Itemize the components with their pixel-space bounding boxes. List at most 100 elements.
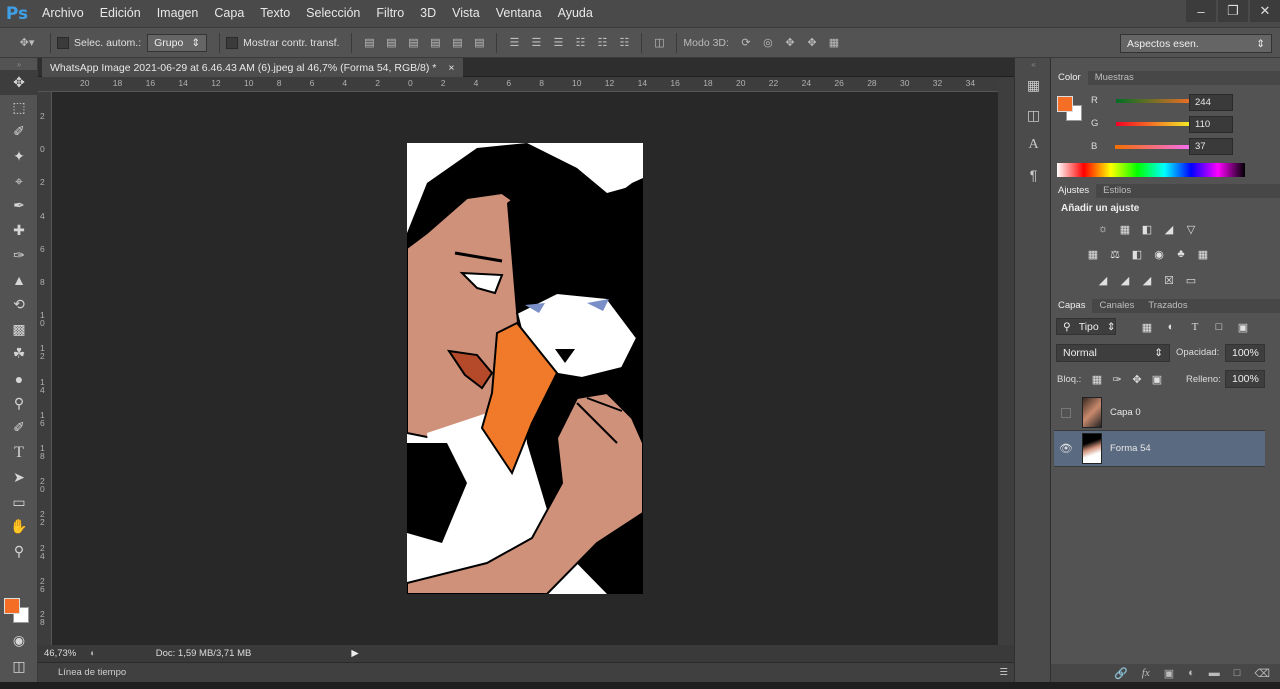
menu-texto[interactable]: Texto [252, 0, 298, 27]
document-tab[interactable]: WhatsApp Image 2021-06-29 at 6.46.43 AM … [42, 58, 463, 77]
screen-mode-icon[interactable]: ◫ [0, 654, 38, 679]
menu-ventana[interactable]: Ventana [488, 0, 550, 27]
filter-type-icon[interactable]: T [1187, 319, 1203, 335]
clone-stamp-tool-icon[interactable]: ▲ [0, 268, 38, 293]
menu-3d[interactable]: 3D [412, 0, 444, 27]
distribute-right-icon[interactable]: ☷ [617, 36, 631, 50]
filter-adjustment-icon[interactable]: ◐ [1163, 319, 1179, 335]
workspace-dropdown[interactable]: Aspectos esen. ⇕ [1120, 34, 1272, 53]
lasso-tool-icon[interactable]: ✐ [0, 119, 38, 144]
distribute-left-icon[interactable]: ☷ [573, 36, 587, 50]
eye-icon[interactable]: 👁 [1056, 439, 1076, 459]
lock-all-icon[interactable]: ▣ [1149, 371, 1165, 387]
history-brush-tool-icon[interactable]: ⟲ [0, 292, 38, 317]
posterize-icon[interactable]: ◢ [1117, 272, 1133, 288]
blend-mode-dropdown[interactable]: Normal ⇕ [1056, 344, 1170, 362]
properties-panel-icon[interactable]: ◫ [1015, 100, 1052, 130]
move-tool-icon[interactable]: ✥ [0, 70, 38, 95]
roll-3d-icon[interactable]: ◎ [761, 36, 775, 50]
new-group-icon[interactable]: ▬ [1209, 667, 1220, 679]
brightness-icon[interactable]: ☼ [1095, 221, 1111, 237]
menu-vista[interactable]: Vista [444, 0, 488, 27]
rotate-3d-icon[interactable]: ⟳ [739, 36, 753, 50]
collapse-icon[interactable]: » [0, 58, 38, 70]
filter-shape-icon[interactable]: □ [1211, 319, 1227, 335]
vibrance-icon[interactable]: ▽ [1183, 221, 1199, 237]
align-right-icon[interactable]: ▤ [472, 36, 486, 50]
distribute-hcenter-icon[interactable]: ☷ [595, 36, 609, 50]
distribute-top-icon[interactable]: ☰ [507, 36, 521, 50]
hue-saturation-icon[interactable]: ▦ [1085, 246, 1101, 262]
trash-icon[interactable]: ⌫ [1254, 667, 1270, 680]
align-bottom-icon[interactable]: ▤ [406, 36, 420, 50]
foreground-color-swatch[interactable] [1057, 96, 1073, 112]
layer-row-capa-0[interactable]: Capa 0 [1054, 395, 1265, 431]
tab-color[interactable]: Color [1051, 71, 1088, 85]
minimize-icon[interactable]: – [1186, 0, 1216, 22]
drag-3d-icon[interactable]: ✥ [783, 36, 797, 50]
menu-archivo[interactable]: Archivo [34, 0, 92, 27]
hand-tool-icon[interactable]: ✋ [0, 514, 38, 539]
auto-align-layers-icon[interactable]: ◫ [652, 36, 666, 50]
type-tool-icon[interactable]: T [0, 440, 38, 465]
new-adjustment-icon[interactable]: ◐ [1188, 667, 1195, 679]
new-layer-icon[interactable]: □ [1234, 667, 1241, 679]
zoom-tool-icon[interactable]: ⚲ [0, 539, 38, 564]
menu-filtro[interactable]: Filtro [368, 0, 412, 27]
distribute-vcenter-icon[interactable]: ☰ [529, 36, 543, 50]
invert-icon[interactable]: ◢ [1095, 272, 1111, 288]
align-vcenter-icon[interactable]: ▤ [384, 36, 398, 50]
tab-muestras[interactable]: Muestras [1088, 71, 1141, 85]
lock-position-icon[interactable]: ✥ [1129, 371, 1145, 387]
paint-bucket-tool-icon[interactable]: ☘ [0, 342, 38, 367]
g-slider[interactable] [1116, 121, 1197, 126]
layer-filter-dropdown[interactable]: ⚲ Tipo ⇕ [1056, 318, 1116, 335]
pen-tool-icon[interactable]: ✐ [0, 416, 38, 441]
foreground-color-swatch[interactable] [4, 598, 20, 614]
close-icon[interactable]: ✕ [1250, 0, 1280, 22]
menu-capa[interactable]: Capa [206, 0, 252, 27]
link-layers-icon[interactable]: 🔗 [1114, 667, 1128, 680]
lock-transparency-icon[interactable]: ▦ [1089, 371, 1105, 387]
threshold-icon[interactable]: ◢ [1139, 272, 1155, 288]
channel-mixer-icon[interactable]: ♣ [1173, 246, 1189, 262]
menu-ayuda[interactable]: Ayuda [550, 0, 601, 27]
color-spectrum-bar[interactable] [1057, 163, 1245, 177]
restore-icon[interactable]: ❐ [1218, 0, 1248, 22]
align-hcenter-icon[interactable]: ▤ [450, 36, 464, 50]
timeline-label[interactable]: Línea de tiempo [58, 667, 126, 678]
crop-tool-icon[interactable]: ⌖ [0, 169, 38, 194]
menu-imagen[interactable]: Imagen [149, 0, 207, 27]
b-value[interactable]: 37 [1189, 138, 1233, 155]
eyedropper-tool-icon[interactable]: ✒ [0, 193, 38, 218]
close-tab-icon[interactable]: × [448, 62, 454, 74]
align-left-icon[interactable]: ▤ [428, 36, 442, 50]
healing-brush-tool-icon[interactable]: ✚ [0, 218, 38, 243]
magic-wand-tool-icon[interactable]: ✦ [0, 144, 38, 169]
layer-row-forma-54[interactable]: 👁 Forma 54 [1054, 431, 1265, 467]
transform-controls-checkbox[interactable] [226, 36, 239, 49]
b-slider[interactable] [1115, 144, 1196, 149]
paragraph-panel-icon[interactable]: ¶ [1015, 160, 1052, 190]
canvas-artwork[interactable] [407, 143, 643, 594]
tab-capas[interactable]: Capas [1051, 299, 1093, 313]
history-panel-icon[interactable]: ▦ [1015, 70, 1052, 100]
menu-seleccion[interactable]: Selección [298, 0, 368, 27]
vertical-scrollbar[interactable] [998, 77, 1014, 645]
tab-canales[interactable]: Canales [1092, 299, 1141, 313]
quick-mask-icon[interactable]: ◉ [0, 628, 38, 653]
tab-trazados[interactable]: Trazados [1141, 299, 1194, 313]
blur-tool-icon[interactable]: ● [0, 366, 38, 391]
brush-tool-icon[interactable]: ✑ [0, 243, 38, 268]
eraser-tool-icon[interactable]: ▩ [0, 317, 38, 342]
black-white-icon[interactable]: ◧ [1129, 246, 1145, 262]
collapse-icon[interactable]: « [1015, 58, 1052, 70]
tab-estilos[interactable]: Estilos [1096, 184, 1138, 198]
photo-filter-icon[interactable]: ◉ [1151, 246, 1167, 262]
distribute-bottom-icon[interactable]: ☰ [551, 36, 565, 50]
move-tool-preset-icon[interactable]: ✥▾ [14, 36, 40, 50]
auto-select-checkbox[interactable] [57, 36, 69, 49]
r-value[interactable]: 244 [1189, 94, 1233, 111]
dodge-tool-icon[interactable]: ⚲ [0, 391, 38, 416]
layer-name[interactable]: Capa 0 [1110, 407, 1141, 418]
